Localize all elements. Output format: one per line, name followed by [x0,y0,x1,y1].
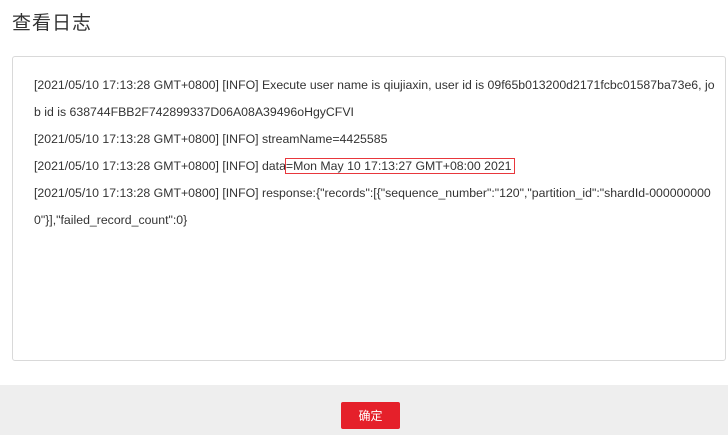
log-line: 0"}],"failed_record_count":0} [34,213,188,227]
log-line: [2021/05/10 17:13:28 GMT+0800] [INFO] Ex… [34,78,715,92]
dialog-title: 查看日志 [12,13,93,34]
confirm-button[interactable]: 确定 [341,402,400,429]
log-content-box: [2021/05/10 17:13:28 GMT+0800] [INFO] Ex… [12,56,726,361]
log-line: b id is 638744FBB2F742899337D06A08A39496… [34,105,354,119]
log-line: [2021/05/10 17:13:28 GMT+0800] [INFO] da… [34,153,704,180]
log-line: [2021/05/10 17:13:28 GMT+0800] [INFO] st… [34,132,388,146]
view-log-dialog: 查看日志 [2021/05/10 17:13:28 GMT+0800] [INF… [0,0,728,435]
dialog-footer: 确定 [0,385,728,435]
log-line-prefix: [2021/05/10 17:13:28 GMT+0800] [INFO] da… [34,159,286,173]
log-line: [2021/05/10 17:13:28 GMT+0800] [INFO] re… [34,186,711,200]
highlighted-log-value: =Mon May 10 17:13:27 GMT+08:00 2021 [284,158,515,174]
